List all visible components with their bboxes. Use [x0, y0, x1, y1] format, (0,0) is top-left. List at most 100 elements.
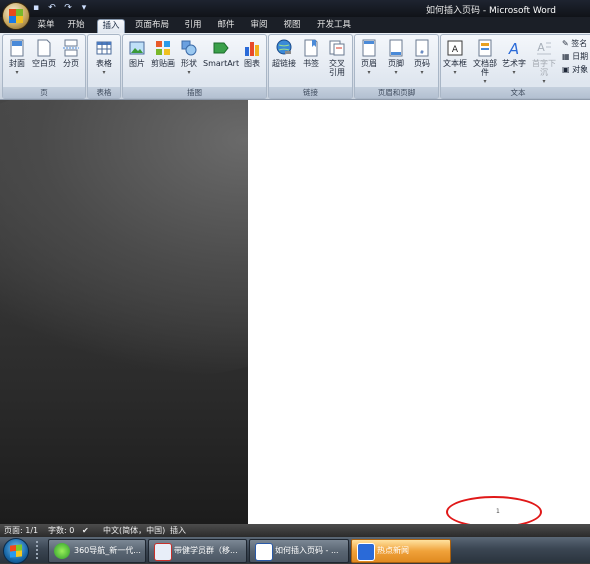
- office-button[interactable]: [2, 2, 30, 30]
- group-illustrations: 图片 剪贴画 形状 ▾ SmartArt 图表 插图: [122, 34, 267, 99]
- page-break-button[interactable]: 分页: [59, 39, 83, 68]
- document-workspace: 1: [0, 100, 590, 524]
- smartart-icon: [213, 42, 229, 54]
- page-number-label: 页码: [414, 59, 430, 68]
- cross-reference-button[interactable]: 交叉 引用: [325, 39, 349, 77]
- smartart-button[interactable]: SmartArt: [203, 39, 239, 68]
- group-label-links: 链接: [269, 87, 352, 98]
- tab-mailings[interactable]: 邮件: [214, 19, 238, 33]
- chart-icon: [245, 42, 259, 56]
- taskbar-item-word-document[interactable]: 如何插入页码 - ...: [249, 539, 349, 563]
- news-icon: [357, 543, 375, 561]
- footer-button[interactable]: 页脚 ▾: [384, 39, 408, 77]
- chevron-down-icon: ▾: [512, 69, 516, 76]
- start-button[interactable]: [3, 538, 29, 564]
- wordart-button[interactable]: A 艺术字 ▾: [502, 39, 526, 77]
- signature-line-button[interactable]: ✎ 签名: [562, 38, 587, 49]
- taskbar-grip[interactable]: [36, 541, 42, 559]
- taskbar-item-label: 带健学员群（移...: [174, 546, 238, 555]
- status-page[interactable]: 页面: 1/1: [4, 524, 38, 537]
- tab-review[interactable]: 审阅: [247, 19, 271, 33]
- table-button[interactable]: 表格 ▾: [92, 39, 116, 77]
- quick-access-toolbar: ▪ ↶ ↷ ▾: [30, 2, 90, 14]
- hyperlink-button[interactable]: 超链接: [271, 39, 297, 68]
- date-time-button[interactable]: ▦ 日期: [562, 51, 588, 62]
- page-break-label: 分页: [63, 59, 79, 68]
- clip-art-button[interactable]: 剪贴画: [150, 39, 176, 68]
- chart-button[interactable]: 图表: [240, 39, 264, 68]
- quick-parts-button[interactable]: 文档部件 ▾: [470, 39, 500, 86]
- shapes-label: 形状: [181, 59, 197, 68]
- tab-insert[interactable]: 插入: [97, 19, 125, 34]
- customize-icon[interactable]: ▾: [78, 2, 90, 14]
- chevron-down-icon: ▾: [394, 69, 398, 76]
- picture-button[interactable]: 图片: [125, 39, 149, 68]
- ribbon: 封面 ▾ 空白页 分页 页 表格 ▾ 表格 图片 剪贴画 形状 ▾ SmartA…: [0, 33, 590, 100]
- document-page[interactable]: [248, 100, 590, 524]
- blank-page-button[interactable]: 空白页: [31, 39, 57, 68]
- picture-label: 图片: [129, 59, 145, 68]
- table-icon: [96, 41, 112, 55]
- header-label: 页眉: [361, 59, 377, 68]
- hyperlink-icon: [276, 39, 292, 55]
- chevron-down-icon: ▾: [102, 69, 106, 76]
- group-tables: 表格 ▾ 表格: [87, 34, 121, 99]
- tab-developer[interactable]: 开发工具: [314, 19, 354, 33]
- status-insert-mode[interactable]: 插入: [170, 524, 186, 537]
- status-language[interactable]: 中文(简体，中国): [103, 524, 165, 537]
- cover-page-button[interactable]: 封面 ▾: [5, 39, 29, 77]
- group-label-text: 文本: [441, 87, 590, 98]
- bookmark-label: 书签: [303, 59, 319, 68]
- bookmark-icon: [304, 39, 318, 57]
- tab-references[interactable]: 引用: [181, 19, 205, 33]
- word-document-icon: [255, 543, 273, 561]
- taskbar-item-hot-news[interactable]: 热点新闻: [351, 539, 451, 563]
- header-button[interactable]: 页眉 ▾: [357, 39, 381, 77]
- title-bar: ▪ ↶ ↷ ▾ 如何插入页码 - Microsoft Word: [0, 0, 590, 17]
- clip-art-label: 剪贴画: [151, 59, 175, 68]
- chevron-down-icon: ▾: [15, 69, 19, 76]
- tab-menu[interactable]: 菜单: [34, 19, 58, 33]
- group-label-illustrations: 插图: [123, 87, 266, 98]
- taskbar-item-360-browser[interactable]: 360导航_新一代...: [48, 539, 146, 563]
- picture-icon: [129, 41, 145, 55]
- tab-view[interactable]: 视图: [280, 19, 304, 33]
- signature-line-label: 签名: [571, 39, 588, 48]
- cover-page-icon: [10, 39, 24, 57]
- page-number-button[interactable]: # 页码 ▾: [410, 39, 434, 77]
- status-word-count[interactable]: 字数: 0: [48, 524, 74, 537]
- ribbon-tabs: 菜单 开始 插入 页面布局 引用 邮件 审阅 视图 开发工具: [0, 17, 590, 34]
- tab-home[interactable]: 开始: [64, 19, 88, 33]
- text-box-icon: A: [447, 40, 463, 56]
- object-button[interactable]: ▣ 对象: [562, 64, 588, 75]
- text-box-button[interactable]: A 文本框 ▾: [443, 39, 467, 77]
- wordart-label: 艺术字: [502, 59, 526, 68]
- undo-icon[interactable]: ↶: [46, 2, 58, 14]
- taskbar: 360导航_新一代... 带健学员群（移... 如何插入页码 - ... 热点新…: [0, 537, 590, 564]
- table-label: 表格: [96, 59, 112, 68]
- tab-page-layout[interactable]: 页面布局: [133, 19, 171, 33]
- drop-cap-button[interactable]: A 首字下沉 ▾: [529, 39, 559, 86]
- chevron-down-icon: ▾: [483, 78, 487, 85]
- blank-page-label: 空白页: [32, 59, 56, 68]
- save-icon[interactable]: ▪: [30, 2, 42, 14]
- svg-text:A: A: [508, 40, 519, 57]
- calendar-icon: ▦: [562, 52, 570, 61]
- cover-page-label: 封面: [9, 59, 25, 68]
- chart-label: 图表: [244, 59, 260, 68]
- page-break-icon: [63, 39, 79, 57]
- proofing-icon[interactable]: ✔: [82, 524, 89, 537]
- group-links: 超链接 书签 交叉 引用 链接: [268, 34, 353, 99]
- shapes-button[interactable]: 形状 ▾: [177, 39, 201, 77]
- blank-page-icon: [37, 39, 51, 57]
- redo-icon[interactable]: ↷: [62, 2, 74, 14]
- taskbar-item-chat-group[interactable]: 带健学员群（移...: [148, 539, 247, 563]
- taskbar-item-label: 热点新闻: [377, 546, 409, 555]
- drop-cap-label: 首字下沉: [532, 59, 556, 77]
- quick-parts-label: 文档部件: [473, 59, 497, 77]
- signature-icon: ✎: [562, 39, 569, 48]
- bookmark-button[interactable]: 书签: [299, 39, 323, 68]
- chevron-down-icon: ▾: [420, 69, 424, 76]
- page-number-icon: #: [415, 39, 429, 57]
- browser-360-icon: [54, 543, 70, 559]
